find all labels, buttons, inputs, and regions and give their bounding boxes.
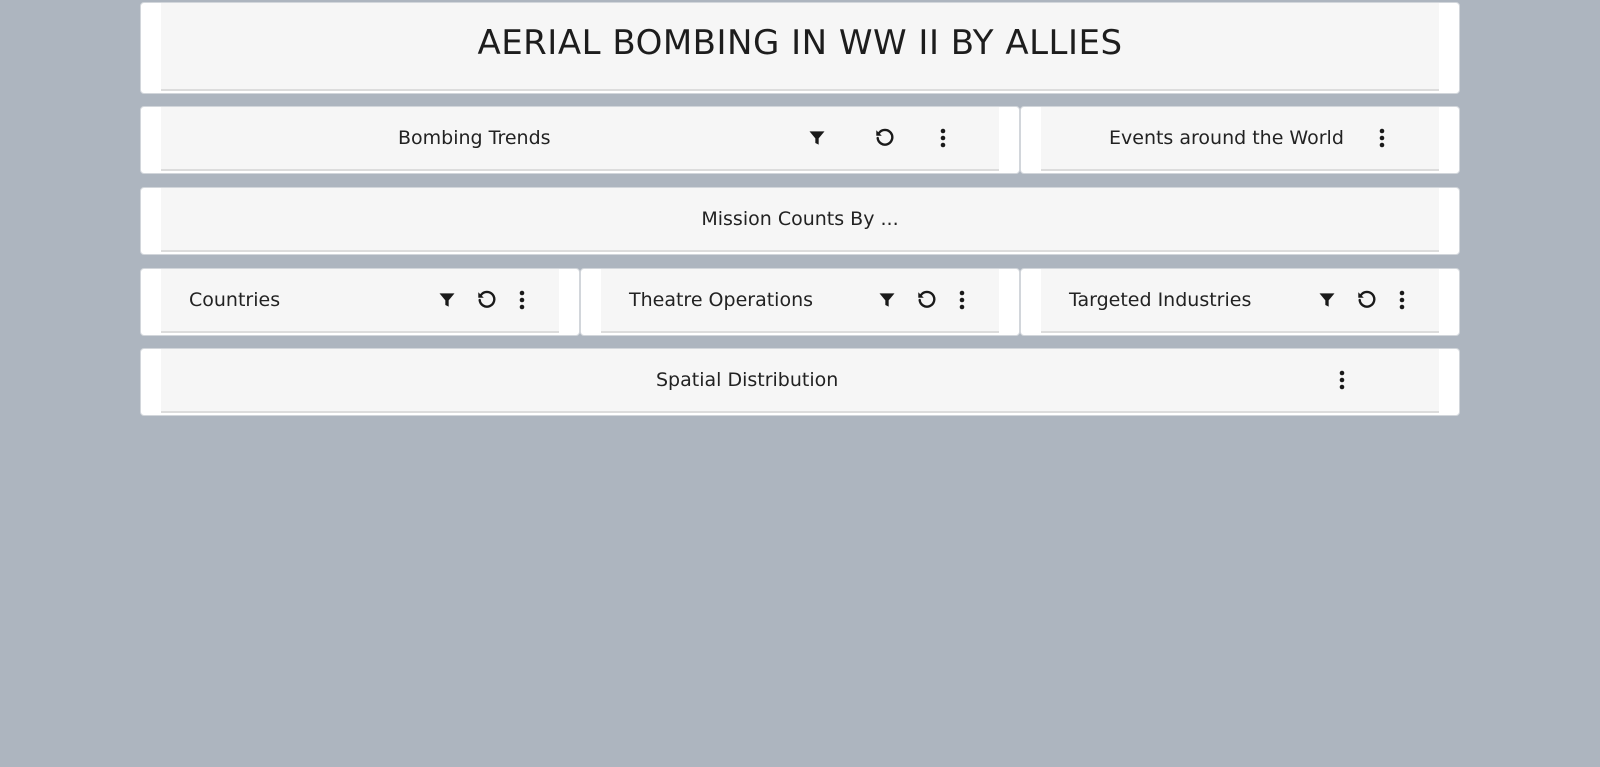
mission-counts-card-body: Mission Counts By ... (161, 188, 1439, 252)
events-world-card-body: Events around the World (1041, 107, 1439, 171)
countries-title: Countries (189, 289, 281, 311)
title-card-body: AERIAL BOMBING IN WW II BY ALLIES (161, 3, 1439, 91)
theatre-operations-card: Theatre Operations (580, 268, 1020, 336)
events-world-card: Events around the World (1020, 106, 1460, 174)
filter-icon[interactable] (875, 288, 899, 312)
more-vert-icon[interactable] (1390, 288, 1414, 312)
countries-card: Countries (140, 268, 580, 336)
spatial-distribution-title: Spatial Distribution (656, 369, 839, 391)
theatre-operations-title: Theatre Operations (629, 289, 814, 311)
reset-icon[interactable] (873, 126, 897, 150)
events-world-title: Events around the World (1109, 127, 1344, 149)
reset-icon[interactable] (1355, 288, 1379, 312)
reset-icon[interactable] (915, 288, 939, 312)
filter-icon[interactable] (1315, 288, 1339, 312)
more-vert-icon[interactable] (950, 288, 974, 312)
filter-icon[interactable] (805, 126, 829, 150)
targeted-industries-card-body: Targeted Industries (1041, 269, 1439, 333)
bombing-trends-title: Bombing Trends (398, 127, 551, 149)
spatial-distribution-card-body: Spatial Distribution (161, 349, 1439, 413)
targeted-industries-card: Targeted Industries (1020, 268, 1460, 336)
spatial-distribution-card: Spatial Distribution (140, 348, 1460, 416)
more-vert-icon[interactable] (1330, 368, 1354, 392)
bombing-trends-card: Bombing Trends (140, 106, 1020, 174)
more-vert-icon[interactable] (510, 288, 534, 312)
bombing-trends-card-body: Bombing Trends (161, 107, 999, 171)
page-title: AERIAL BOMBING IN WW II BY ALLIES (477, 23, 1123, 63)
mission-counts-title: Mission Counts By ... (701, 208, 899, 230)
filter-icon[interactable] (435, 288, 459, 312)
title-card: AERIAL BOMBING IN WW II BY ALLIES (140, 2, 1460, 94)
mission-counts-card: Mission Counts By ... (140, 187, 1460, 255)
more-vert-icon[interactable] (931, 126, 955, 150)
countries-card-body: Countries (161, 269, 559, 333)
targeted-industries-title: Targeted Industries (1069, 289, 1252, 311)
more-vert-icon[interactable] (1370, 126, 1394, 150)
reset-icon[interactable] (475, 288, 499, 312)
theatre-operations-card-body: Theatre Operations (601, 269, 999, 333)
